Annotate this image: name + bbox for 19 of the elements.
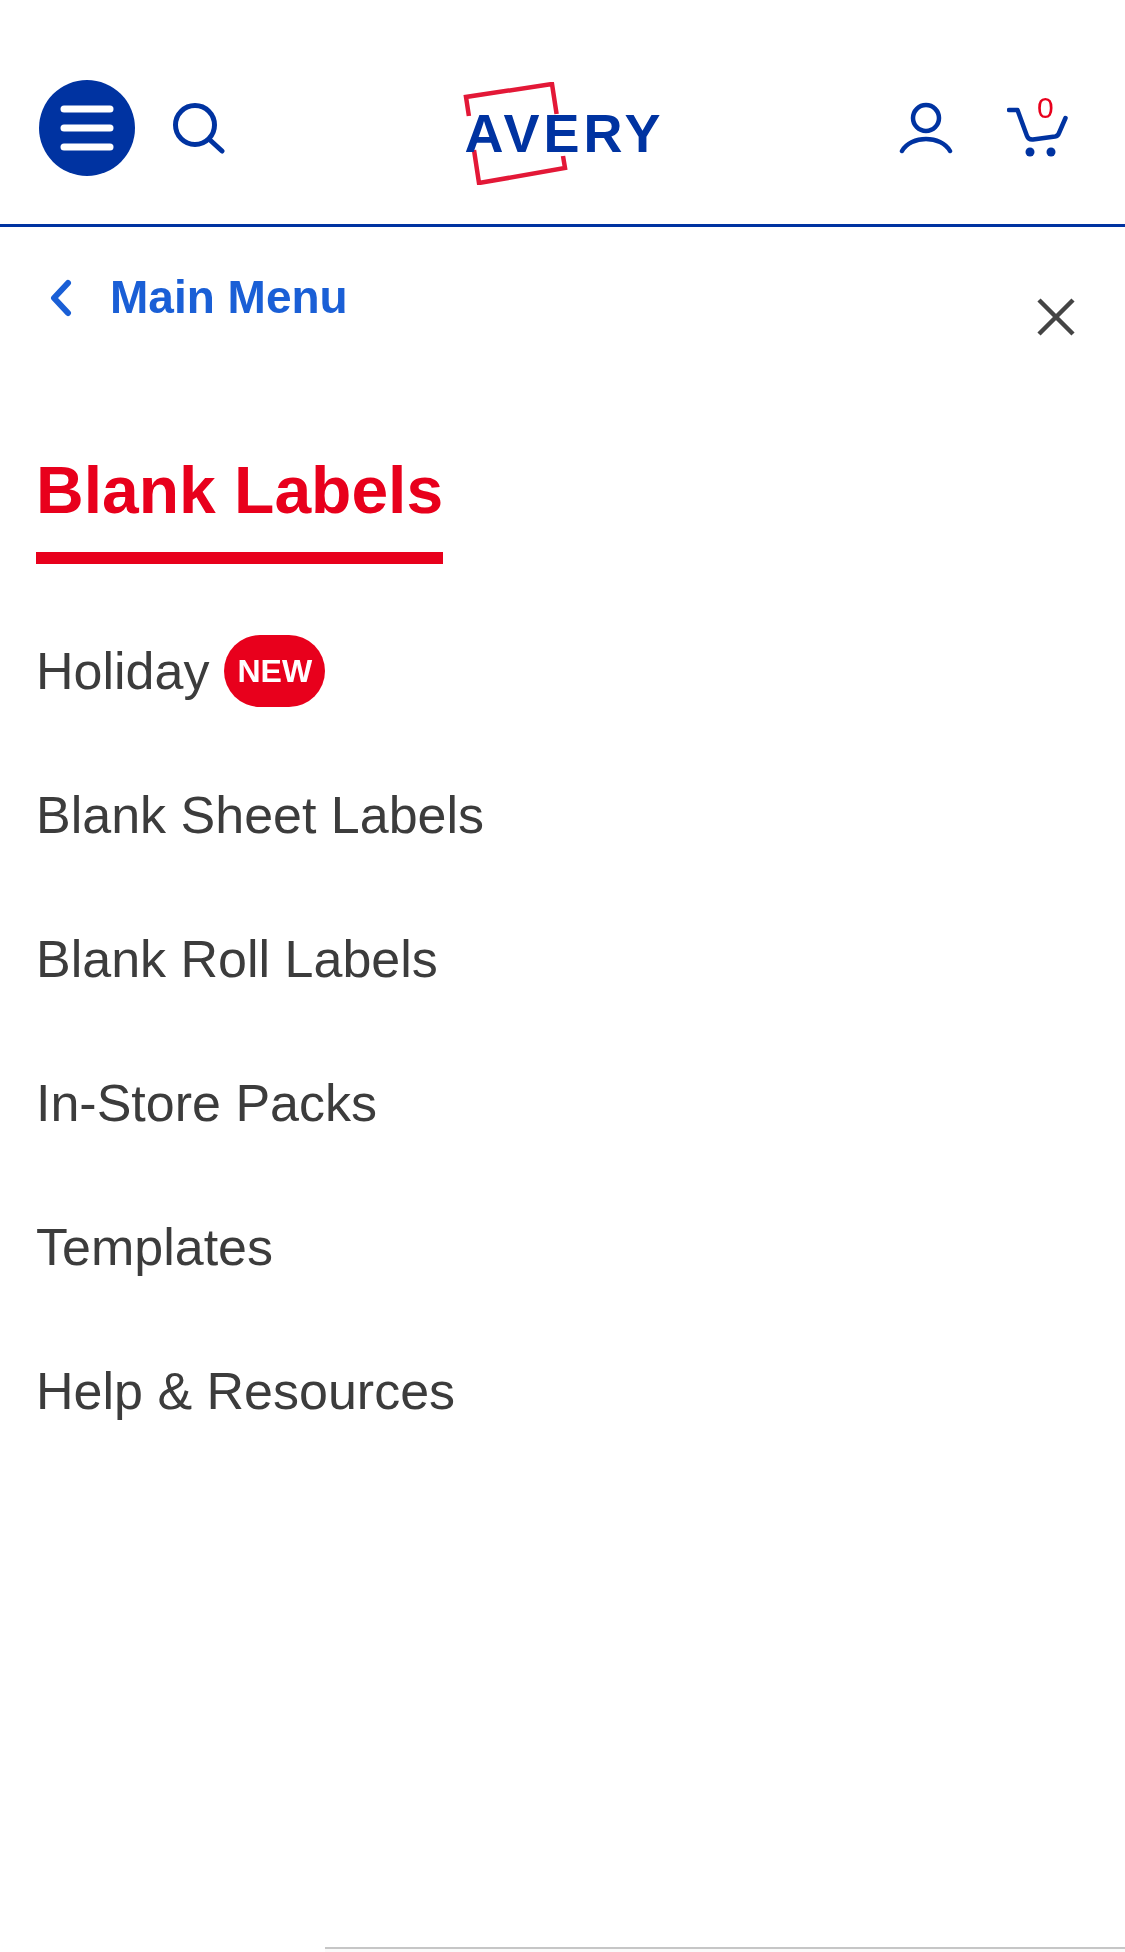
search-icon <box>171 102 227 154</box>
menu-link[interactable]: Holiday <box>36 641 210 701</box>
section-title: Blank Labels <box>36 452 444 528</box>
user-icon <box>899 102 953 154</box>
menu-link[interactable]: Help & Resources <box>36 1361 456 1421</box>
menu-link[interactable]: Blank Sheet Labels <box>36 785 485 845</box>
close-icon <box>1036 297 1076 337</box>
brand-logo[interactable]: AVERY <box>456 82 669 184</box>
new-badge: NEW <box>224 635 326 707</box>
menu-icon <box>60 105 114 151</box>
search-button[interactable] <box>171 102 227 154</box>
menu-link[interactable]: In-Store Packs <box>36 1073 378 1133</box>
menu-link[interactable]: Templates <box>36 1217 273 1277</box>
close-button[interactable] <box>1036 297 1076 337</box>
cart-button[interactable]: 0 <box>1007 97 1069 159</box>
account-button[interactable] <box>899 102 953 154</box>
back-link[interactable]: Main Menu <box>49 271 348 324</box>
menu-link[interactable]: Blank Roll Labels <box>36 929 438 989</box>
chevron-left-icon <box>49 278 72 317</box>
